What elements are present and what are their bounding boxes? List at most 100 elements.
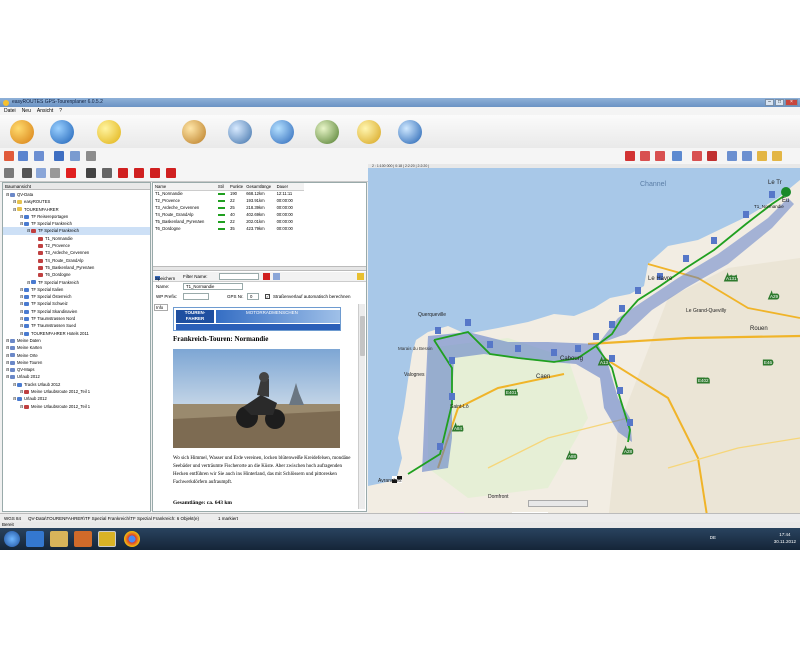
col-length[interactable]: Gesamtlänge (245, 183, 276, 191)
excel-icon[interactable] (54, 151, 64, 161)
col-duration[interactable]: Dauer (275, 183, 304, 191)
waypoint-marker[interactable] (449, 357, 455, 364)
tree-node[interactable]: ⊟ TF Spezial Schweiz (3, 300, 150, 307)
waypoint-marker[interactable] (635, 287, 641, 294)
globe-icon[interactable] (270, 120, 294, 144)
places-icon[interactable] (50, 120, 74, 144)
table-row[interactable]: T3_Ardeche_Cevennen 25 218.39km 00:00:00 (154, 204, 304, 211)
notes-icon[interactable] (357, 273, 364, 280)
info-tab[interactable]: Info (154, 304, 168, 311)
map-tools-strip[interactable] (528, 500, 588, 507)
cut-icon[interactable] (22, 168, 32, 178)
auto-route-checkbox[interactable]: ✓ (265, 294, 270, 299)
tree-node[interactable]: ⊟ TF Traumstrassen Sued (3, 322, 150, 329)
document-icon[interactable] (4, 168, 14, 178)
tree-node[interactable]: T5_Baskenland_Pyrenäen (3, 264, 150, 271)
tree-node[interactable]: T2_Provence (3, 242, 150, 249)
tree-node[interactable]: T4_Route_GrandAlp (3, 257, 150, 264)
language-indicator[interactable]: DE (710, 535, 716, 540)
gps-device-icon[interactable] (228, 120, 252, 144)
waypoint-marker[interactable] (465, 319, 471, 326)
filter-apply-icon[interactable] (263, 273, 270, 280)
internet-explorer-icon[interactable] (26, 531, 44, 547)
waypoint-marker[interactable] (515, 345, 521, 352)
table-row[interactable]: T2_Provence 22 193.91km 00:00:00 (154, 197, 304, 204)
col-points[interactable]: Punkte (228, 183, 246, 191)
copy-icon[interactable] (36, 168, 46, 178)
gps-field[interactable]: 0 (247, 293, 259, 300)
map-view[interactable]: Channel Le Havre Rouen Le Grand-Quevilly… (368, 168, 800, 523)
map-canvas[interactable]: Channel Le Havre Rouen Le Grand-Quevilly… (368, 168, 800, 523)
tree-node[interactable]: ⊟ Urlaub 2012 (3, 395, 150, 402)
tree-node[interactable]: ⊟ Meine Urlaubsroute 2012_Teil 1 (3, 403, 150, 410)
tree-node[interactable]: ⊟ QV-Data (3, 191, 150, 198)
tree-node[interactable]: ⊟ TF Spezial Skandinavien (3, 308, 150, 315)
layout-2-icon[interactable] (742, 151, 752, 161)
layout-1-icon[interactable] (727, 151, 737, 161)
export-icon[interactable] (70, 151, 80, 161)
waypoint-marker[interactable] (437, 443, 443, 450)
tree-node[interactable]: ⊟ TF Spezial Italien (3, 286, 150, 293)
tours-icon[interactable] (10, 120, 34, 144)
clock[interactable]: 17:44 30.11.2012 (774, 531, 796, 545)
zoom-fit-icon[interactable] (672, 151, 682, 161)
tree-node[interactable]: ⊟ Meine Daten (3, 337, 150, 344)
new-icon[interactable] (4, 151, 14, 161)
tree-node[interactable]: T1_Normandie (3, 235, 150, 242)
close-button[interactable]: × (785, 99, 798, 106)
menu-neu[interactable]: Neu (22, 107, 31, 115)
easyroutes-taskbar-icon[interactable] (98, 531, 116, 547)
qv-icon[interactable] (357, 120, 381, 144)
print-icon[interactable] (86, 151, 96, 161)
zoom-in-icon[interactable] (625, 151, 635, 161)
zoom-out-icon[interactable] (640, 151, 650, 161)
layout-4-icon[interactable] (772, 151, 782, 161)
tree-node[interactable]: ⊟ QV-Maps (3, 366, 150, 373)
tree-node[interactable]: ⊟ Meine Urlaubsroute 2012_Teil 1 (3, 388, 150, 395)
waypoint-marker[interactable] (617, 387, 623, 394)
tree-node[interactable]: ⊟ Tracks Urlaub 2012 (3, 381, 150, 388)
menu-datei[interactable]: Datei (4, 107, 16, 115)
article-scrollbar[interactable] (358, 304, 365, 509)
tree-node[interactable]: ⊟ TF Spezial Frankreich (3, 279, 150, 286)
waypoint-marker[interactable] (487, 341, 493, 348)
tools-icon[interactable] (315, 120, 339, 144)
filter-input[interactable] (219, 273, 259, 280)
waypoint-marker[interactable] (743, 211, 749, 218)
tree-icon[interactable] (34, 151, 44, 161)
col-name[interactable]: Name (154, 183, 217, 191)
easyroutes-icon[interactable] (97, 120, 121, 144)
tree-node[interactable]: ⊟ TF Spezial Österreich (3, 293, 150, 300)
arrow-right-icon[interactable] (118, 168, 128, 178)
waypoint-marker[interactable] (575, 345, 581, 352)
waypoint-marker[interactable] (593, 333, 599, 340)
arrow-left-icon[interactable] (134, 168, 144, 178)
waypoint-marker[interactable] (551, 349, 557, 356)
tree-node[interactable]: ⊟ Meine Touren (3, 359, 150, 366)
name-field[interactable]: T1_Normandie (183, 283, 243, 290)
tree-node[interactable]: ⊟ TOURENFAHRER Hotels 2011 (3, 330, 150, 337)
start-button-icon[interactable] (4, 531, 20, 547)
waypoint-marker[interactable] (711, 237, 717, 244)
waypoint-marker[interactable] (435, 327, 441, 334)
waypoint-marker[interactable] (627, 419, 633, 426)
tree-node[interactable]: ⊟ Meine Karten (3, 344, 150, 351)
tree-node[interactable]: T6_Dordogne (3, 271, 150, 278)
waypoint-marker[interactable] (683, 255, 689, 262)
open-icon[interactable] (18, 151, 28, 161)
tree-node[interactable]: ⊟ TF Traumstrassen Nord (3, 315, 150, 322)
search-icon[interactable] (182, 120, 206, 144)
maximize-button[interactable]: □ (775, 99, 784, 106)
scrollbar-thumb[interactable] (360, 316, 365, 356)
waypoint-marker[interactable] (449, 393, 455, 400)
tree-node[interactable]: ⊟ TF Spezial Frankreich (3, 227, 150, 235)
tree-node[interactable]: T3_Ardeche_Cevennen (3, 249, 150, 256)
internet-icon[interactable] (398, 120, 422, 144)
dropdown-icon[interactable] (102, 168, 112, 178)
send-to-gps-icon[interactable] (150, 168, 160, 178)
waypoint-marker[interactable] (609, 355, 615, 362)
table-row[interactable]: T6_Dordogne 35 423.79km 00:00:00 (154, 225, 304, 232)
tree-node[interactable]: ⊟ easyROUTES (3, 198, 150, 205)
zoom-reset-icon[interactable] (692, 151, 702, 161)
tree-node[interactable]: ⊟ TF Spezial Frankreich (3, 220, 150, 227)
